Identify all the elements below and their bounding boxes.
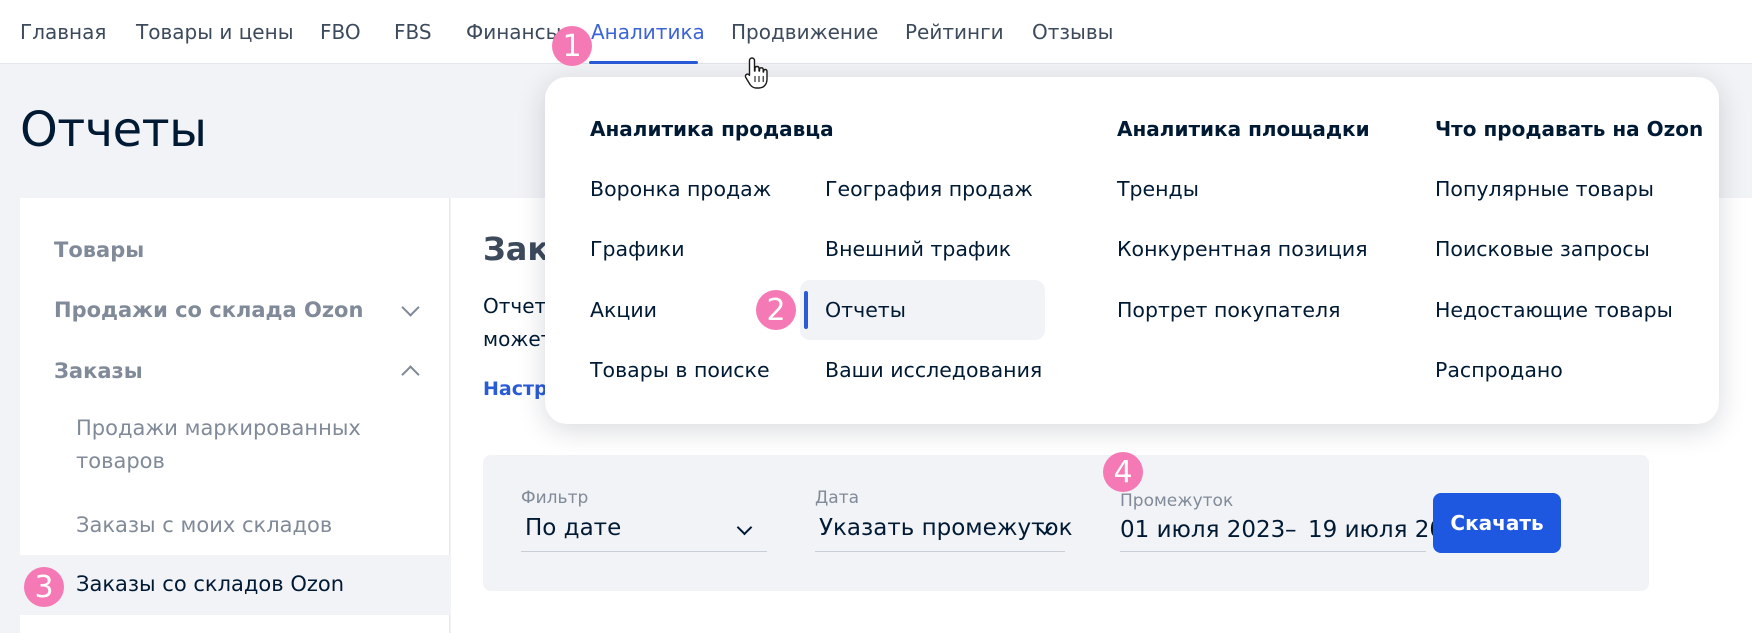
tab-reviews[interactable]: Отзывы (1032, 20, 1113, 44)
filter-underline (521, 551, 767, 552)
menu-item-selected-indicator (804, 291, 808, 329)
range-from-input[interactable]: 01 июля 2023 (1120, 517, 1285, 543)
range-underline (1120, 551, 1426, 552)
menu-item-missing-products[interactable]: Недостающие товары (1435, 298, 1673, 322)
filter-label: Фильтр (521, 488, 589, 508)
menu-item-sales-geography[interactable]: География продаж (825, 177, 1033, 201)
menu-item-search-queries[interactable]: Поисковые запросы (1435, 237, 1650, 261)
filter-select[interactable]: По дате (525, 515, 621, 541)
hand-cursor-icon (744, 57, 768, 89)
menu-item-trends[interactable]: Тренды (1117, 177, 1199, 201)
tab-ratings[interactable]: Рейтинги (905, 20, 1004, 44)
content-description-line2: может (483, 327, 553, 351)
report-filter-bar: Фильтр По дате Дата Указать промежуток П… (483, 455, 1649, 591)
menu-item-products-in-search[interactable]: Товары в поиске (590, 358, 770, 382)
range-separator: – (1285, 517, 1297, 543)
step-badge-1: 1 (552, 26, 592, 66)
sidebar-item-ozon-warehouse-sales[interactable]: Продажи со склада Ozon (54, 298, 363, 322)
chevron-down-icon[interactable] (736, 519, 753, 536)
tab-analytics[interactable]: Аналитика (591, 20, 705, 44)
seller-analytics-heading: Аналитика продавца (590, 117, 834, 141)
platform-analytics-heading: Аналитика площадки (1117, 117, 1370, 141)
tab-finance[interactable]: Финансы (466, 20, 561, 44)
menu-item-competitive-position[interactable]: Конкурентная позиция (1117, 237, 1368, 261)
what-to-sell-heading: Что продавать на Ozon (1435, 117, 1704, 141)
active-tab-indicator (589, 61, 698, 64)
step-badge-2: 2 (756, 290, 796, 330)
top-navigation: Главная Товары и цены FBO FBS Финансы Ан… (0, 0, 1752, 64)
menu-item-sales-funnel[interactable]: Воронка продаж (590, 177, 771, 201)
menu-item-buyer-portrait[interactable]: Портрет покупателя (1117, 298, 1340, 322)
menu-item-sold-out[interactable]: Распродано (1435, 358, 1563, 382)
sidebar: Товары Продажи со склада Ozon Заказы Про… (20, 198, 450, 633)
menu-item-popular-products[interactable]: Популярные товары (1435, 177, 1654, 201)
step-badge-4: 4 (1103, 452, 1143, 492)
step-badge-3: 3 (24, 567, 64, 607)
tab-fbo[interactable]: FBO (320, 20, 361, 44)
tab-fbs[interactable]: FBS (394, 20, 432, 44)
download-button[interactable]: Скачать (1433, 493, 1561, 553)
date-label: Дата (815, 488, 860, 508)
sidebar-subitem-marked-goods[interactable]: Продажи маркированных товаров (76, 412, 396, 478)
menu-item-reports[interactable]: Отчеты (825, 298, 906, 322)
date-select[interactable]: Указать промежуток (819, 515, 1073, 541)
sidebar-item-products[interactable]: Товары (54, 238, 144, 262)
analytics-dropdown-menu: Аналитика продавца Воронка продаж График… (545, 77, 1719, 424)
menu-item-your-research[interactable]: Ваши исследования (825, 358, 1042, 382)
range-label: Промежуток (1120, 491, 1234, 511)
menu-item-external-traffic[interactable]: Внешний трафик (825, 237, 1011, 261)
sidebar-item-orders[interactable]: Заказы (54, 359, 143, 383)
chevron-down-icon[interactable] (401, 298, 420, 317)
page-title: Отчеты (20, 102, 207, 158)
tab-main[interactable]: Главная (20, 20, 106, 44)
sidebar-subitem-ozon-warehouse-orders[interactable]: Заказы со складов Ozon (76, 568, 344, 601)
tab-products-prices[interactable]: Товары и цены (136, 20, 293, 44)
tab-promotion[interactable]: Продвижение (731, 20, 878, 44)
content-description-line1: Отчет (483, 294, 547, 318)
date-underline (815, 551, 1065, 552)
sidebar-subitem-own-warehouse-orders[interactable]: Заказы с моих складов (76, 509, 332, 542)
chevron-up-icon[interactable] (401, 365, 420, 384)
menu-item-promotions[interactable]: Акции (590, 298, 657, 322)
menu-item-charts[interactable]: Графики (590, 237, 685, 261)
